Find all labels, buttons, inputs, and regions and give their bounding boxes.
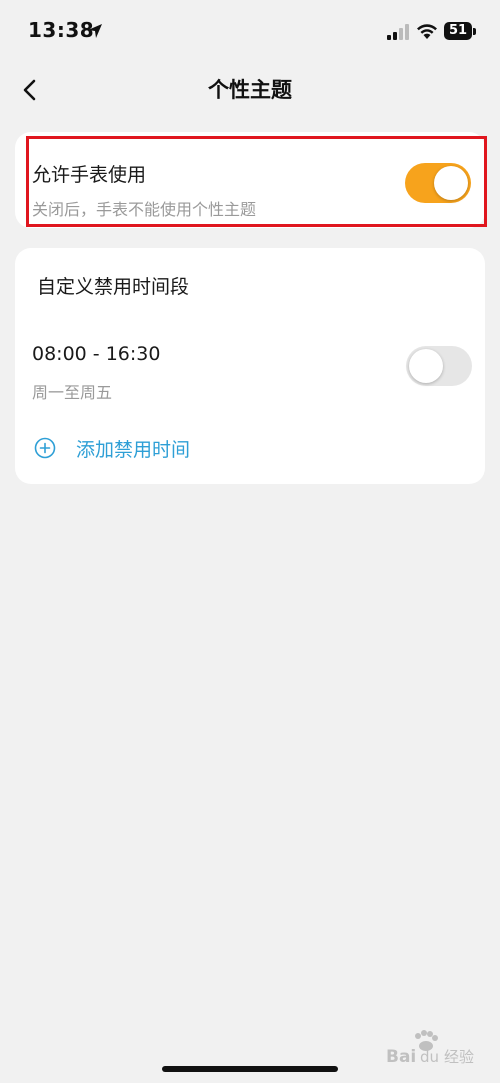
- schedule-title: 自定义禁用时间段: [37, 276, 190, 298]
- location-arrow-icon: [88, 24, 102, 38]
- schedule-item-time[interactable]: 08:00 - 16:30: [32, 343, 160, 365]
- schedule-item-toggle[interactable]: [406, 346, 472, 386]
- status-time: 13:38: [28, 18, 95, 42]
- battery-icon: 51: [444, 22, 476, 40]
- status-bar: 13:38 51: [0, 0, 500, 64]
- add-schedule-button[interactable]: 添加禁用时间: [34, 434, 190, 462]
- baidu-jingyan-watermark: Bai du 经验: [386, 1030, 474, 1067]
- toggle-knob: [409, 349, 443, 383]
- nav-bar: 个性主题: [0, 64, 500, 114]
- allow-watch-toggle[interactable]: [405, 163, 471, 203]
- allow-watch-title: 允许手表使用: [32, 164, 147, 186]
- plus-circle-icon: [34, 437, 56, 459]
- wifi-icon: [417, 24, 437, 39]
- svg-text:Bai: Bai: [386, 1047, 416, 1067]
- add-schedule-label: 添加禁用时间: [76, 438, 191, 461]
- svg-text:经验: 经验: [444, 1048, 474, 1066]
- page-title: 个性主题: [208, 78, 292, 102]
- cellular-signal-icon: [387, 24, 409, 40]
- svg-text:du: du: [420, 1048, 439, 1066]
- schedule-item-days: 周一至周五: [32, 383, 113, 402]
- home-indicator: [162, 1066, 338, 1072]
- battery-level: 51: [444, 22, 472, 40]
- toggle-knob: [434, 166, 468, 200]
- allow-watch-subtitle: 关闭后，手表不能使用个性主题: [32, 200, 257, 219]
